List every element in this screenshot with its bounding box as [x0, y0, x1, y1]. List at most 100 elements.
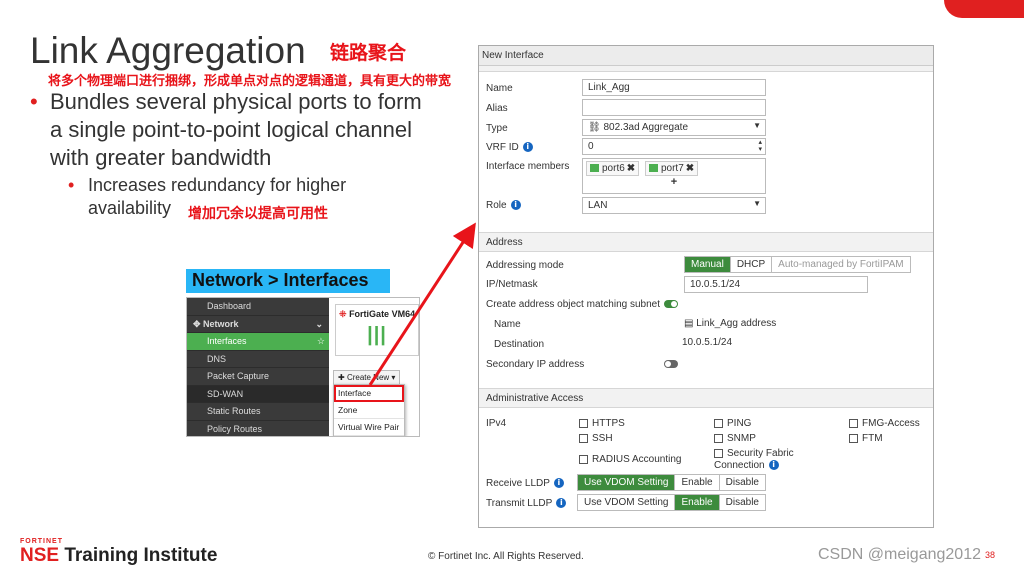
transmit-lldp-label: Transmit LLDP i — [486, 498, 567, 509]
mode-fortiipam[interactable]: Auto-managed by FortiIPAM — [772, 257, 909, 272]
mini-nav-interfaces[interactable]: Interfaces ☆ — [187, 333, 329, 351]
remove-icon[interactable]: ✖ — [686, 163, 694, 174]
spinner-icon[interactable]: ▴ ▾ — [758, 139, 762, 153]
device-name: FortiGate VM64 — [349, 309, 416, 319]
mini-nav-sdwan[interactable]: SD-WAN — [187, 385, 329, 403]
mini-nav-network[interactable]: ✥ Network ⌄ — [187, 316, 329, 333]
slide-title: Link Aggregation — [30, 30, 306, 71]
create-object-toggle[interactable] — [664, 300, 678, 308]
aggregate-icon: ⛓ — [588, 122, 601, 133]
info-icon[interactable]: i — [768, 460, 779, 471]
nav-path-label: Network > Interfaces — [186, 269, 390, 293]
secondary-ip-toggle[interactable] — [664, 360, 678, 368]
info-icon[interactable]: i — [510, 200, 521, 211]
mode-manual[interactable]: Manual — [685, 257, 731, 272]
dialog-title: New Interface — [479, 46, 933, 66]
checkbox-security-fabric[interactable]: Security Fabric Connection i — [714, 448, 814, 472]
transmit-lldp-vdom[interactable]: Use VDOM Setting — [578, 495, 676, 510]
mini-nav-network-label: Network — [203, 318, 239, 329]
type-value: 802.3ad Aggregate — [603, 122, 689, 133]
destination-label: Destination — [494, 339, 545, 350]
transmit-lldp-enable[interactable]: Enable — [675, 495, 720, 510]
ipv4-label: IPv4 — [486, 418, 507, 429]
menu-item-zone[interactable]: Zone — [334, 402, 404, 419]
chevron-down-icon: ⌄ — [315, 318, 323, 329]
corner-decoration — [944, 0, 1024, 18]
checkbox-ftm[interactable]: FTM — [849, 433, 883, 444]
info-icon[interactable]: i — [553, 478, 564, 489]
bullet-main: • Bundles several physical ports to form… — [30, 88, 430, 172]
vrf-input[interactable]: 0 ▴ ▾ — [582, 138, 766, 155]
mini-nav-policy-routes[interactable]: Policy Routes — [187, 421, 329, 437]
member-port6: port6 ✖ — [586, 161, 640, 176]
bullet-dot-icon: • — [68, 175, 75, 195]
type-select[interactable]: ⛓ 802.3ad Aggregate ▼ — [582, 119, 766, 136]
create-object-label: Create address object matching subnet — [486, 299, 660, 310]
brand-small: FORTINET — [20, 538, 63, 545]
mini-sidebar: Dashboard ✥ Network ⌄ Interfaces ☆ DNS Pac… — [187, 298, 329, 437]
menu-item-interface[interactable]: Interface — [334, 385, 404, 402]
role-select[interactable]: LAN ▼ — [582, 197, 766, 214]
port-icon — [590, 164, 599, 173]
slide-subtitle-cn: 将多个物理端口进行捆绑，形成单点对点的逻辑通道，具有更大的带宽 — [48, 74, 452, 89]
bullet-dot-icon: • — [30, 89, 38, 114]
member-port7: port7 ✖ — [644, 161, 699, 176]
ip-label: IP/Netmask — [486, 279, 538, 290]
remove-icon[interactable]: ✖ — [627, 163, 635, 174]
create-new-button[interactable]: ✚ Create New ▾ — [333, 370, 401, 385]
receive-lldp-disable[interactable]: Disable — [720, 475, 765, 490]
name-label: Name — [486, 83, 513, 94]
watermark: CSDN @meigang2012 — [818, 546, 981, 563]
receive-lldp-enable[interactable]: Enable — [675, 475, 720, 490]
members-field[interactable]: port6 ✖ port7 ✖ + — [582, 158, 766, 194]
object-name-label: Name — [494, 319, 521, 330]
fortinet-nse-logo: FORTINET NSE Training Institute — [20, 538, 217, 567]
destination-value: 10.0.5.1/24 — [682, 337, 733, 348]
secondary-ip-label: Secondary IP address — [486, 359, 585, 370]
page-number: 38 — [985, 550, 996, 560]
device-ports-icon: ||| — [367, 324, 387, 346]
brand-nse: NSE — [20, 545, 60, 566]
addressing-mode-toggle: Manual DHCP Auto-managed by FortiIPAM — [684, 256, 911, 273]
members-label: Interface members — [486, 161, 570, 172]
transmit-lldp-disable[interactable]: Disable — [720, 495, 765, 510]
transmit-lldp-toggle: Use VDOM Setting Enable Disable — [577, 494, 766, 511]
mini-nav-dashboard[interactable]: Dashboard — [187, 298, 329, 316]
caret-down-icon: ▼ — [753, 199, 761, 208]
copyright: © Fortinet Inc. All Rights Reserved. — [428, 551, 584, 562]
checkbox-ping[interactable]: PING — [714, 418, 751, 429]
checkbox-fmg-access[interactable]: FMG-Access — [849, 418, 920, 429]
role-value: LAN — [588, 200, 608, 211]
admin-section-header: Administrative Access — [479, 388, 933, 408]
slide-title-cn: 链路聚合 — [330, 42, 407, 64]
name-input[interactable]: Link_Agg — [582, 79, 766, 96]
bullet-main-text: Bundles several physical ports to form a… — [50, 89, 422, 170]
mini-nav-packet-capture[interactable]: Packet Capture — [187, 368, 329, 386]
receive-lldp-vdom[interactable]: Use VDOM Setting — [578, 475, 676, 490]
create-new-label: Create New — [346, 373, 390, 382]
mini-nav-interfaces-label: Interfaces — [207, 336, 247, 346]
mini-screenshot: Dashboard ✥ Network ⌄ Interfaces ☆ DNS Pac… — [186, 297, 420, 437]
info-icon[interactable]: i — [522, 142, 533, 153]
new-interface-dialog: New Interface Name Link_Agg Alias Type ⛓… — [478, 45, 934, 528]
add-member-icon[interactable]: + — [586, 176, 762, 188]
mini-nav-dns[interactable]: DNS — [187, 351, 329, 368]
checkbox-snmp[interactable]: SNMP — [714, 433, 756, 444]
mode-dhcp[interactable]: DHCP — [731, 257, 773, 272]
menu-item-virtual-wire-pair[interactable]: Virtual Wire Pair — [334, 419, 404, 436]
checkbox-ssh[interactable]: SSH — [579, 433, 613, 444]
checkbox-radius[interactable]: RADIUS Accounting — [579, 454, 682, 465]
checkbox-https[interactable]: HTTPS — [579, 418, 625, 429]
ip-input[interactable]: 10.0.5.1/24 — [684, 276, 868, 293]
object-name-value: ▤ Link_Agg address — [684, 318, 777, 329]
mini-nav-static-routes[interactable]: Static Routes — [187, 403, 329, 421]
type-label: Type — [486, 123, 508, 134]
device-panel: ⁜ FortiGate VM64 ||| — [335, 304, 419, 356]
role-label: Role i — [486, 200, 521, 211]
alias-input[interactable] — [582, 99, 766, 116]
info-icon[interactable]: i — [556, 498, 567, 509]
address-object-icon: ▤ — [684, 318, 694, 329]
bullet-sub-cn: 增加冗余以提高可用性 — [188, 206, 328, 222]
receive-lldp-label: Receive LLDP i — [486, 478, 564, 489]
receive-lldp-toggle: Use VDOM Setting Enable Disable — [577, 474, 766, 491]
